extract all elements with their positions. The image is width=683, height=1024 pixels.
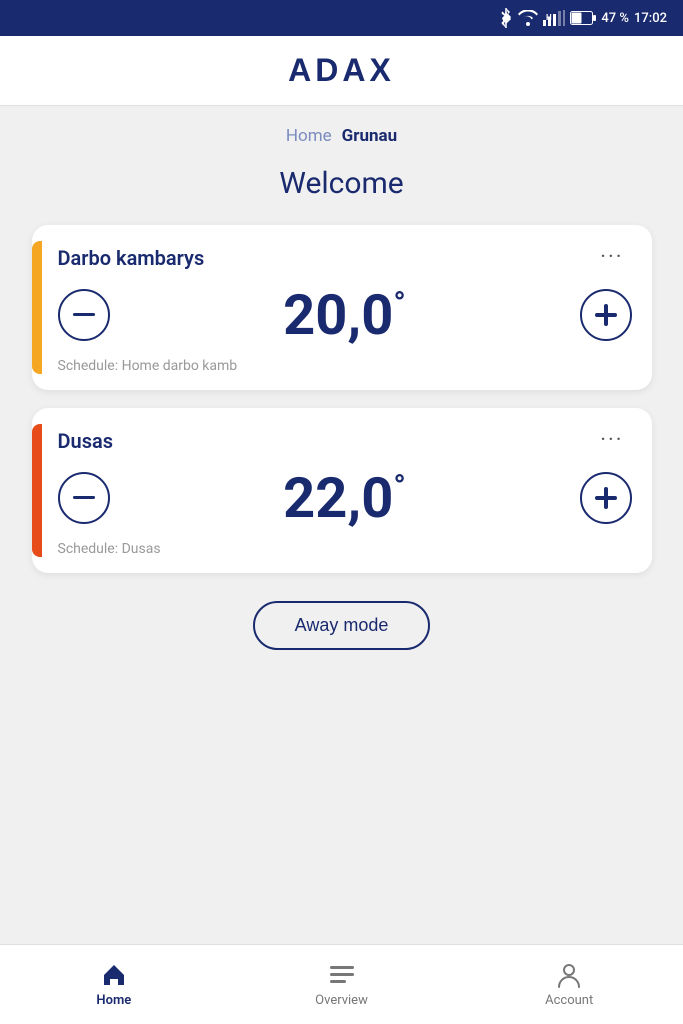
app-header: ADAX xyxy=(0,36,683,106)
nav-label-home: Home xyxy=(96,993,131,1008)
battery-percent: 47 % xyxy=(601,11,629,26)
welcome-heading: Welcome xyxy=(279,166,403,201)
device-card-1: Darbo kambarys ··· 20,0° Schedule: Home … xyxy=(32,225,652,390)
temperature-display-2: 22,0° xyxy=(110,465,580,531)
schedule-label-1: Schedule: Home darbo kamb xyxy=(58,358,632,374)
wifi-icon xyxy=(518,10,538,26)
bluetooth-icon xyxy=(499,8,513,28)
breadcrumb-home[interactable]: Home xyxy=(286,126,332,146)
breadcrumb-current[interactable]: Grunau xyxy=(342,126,397,146)
battery-icon xyxy=(570,11,596,25)
signal-icon: H xyxy=(543,10,565,26)
card-header-row-1: Darbo kambarys ··· xyxy=(58,241,632,274)
breadcrumb: Home Grunau xyxy=(286,126,397,146)
device-card-2: Dusas ··· 22,0° Schedule: Dusas xyxy=(32,408,652,573)
card-menu-button-1[interactable]: ··· xyxy=(592,241,631,274)
card-indicator-1 xyxy=(32,241,42,374)
card-controls-1: 20,0° xyxy=(58,282,632,348)
increase-temp-button-1[interactable] xyxy=(580,289,632,341)
svg-text:H: H xyxy=(546,13,552,22)
status-icons: H 47 % 17:02 xyxy=(499,8,667,28)
schedule-label-2: Schedule: Dusas xyxy=(58,541,632,557)
decrease-temp-button-2[interactable] xyxy=(58,472,110,524)
away-mode-button[interactable]: Away mode xyxy=(253,601,431,650)
time-display: 17:02 xyxy=(634,11,667,26)
card-title-2: Dusas xyxy=(58,429,114,453)
nav-item-overview[interactable]: Overview xyxy=(228,961,456,1008)
account-icon xyxy=(555,961,583,989)
temperature-display-1: 20,0° xyxy=(110,282,580,348)
bottom-navigation: Home Overview Account xyxy=(0,944,683,1024)
main-content: Home Grunau Welcome Darbo kambarys ··· 2… xyxy=(0,106,683,944)
increase-temp-button-2[interactable] xyxy=(580,472,632,524)
status-bar: H 47 % 17:02 xyxy=(0,0,683,36)
home-icon xyxy=(100,961,128,989)
card-menu-button-2[interactable]: ··· xyxy=(592,424,631,457)
card-header-row-2: Dusas ··· xyxy=(58,424,632,457)
card-indicator-2 xyxy=(32,424,42,557)
app-logo: ADAX xyxy=(288,52,395,89)
nav-item-account[interactable]: Account xyxy=(455,961,683,1008)
overview-icon xyxy=(328,961,356,989)
card-content-2: Dusas ··· 22,0° Schedule: Dusas xyxy=(58,424,632,557)
card-controls-2: 22,0° xyxy=(58,465,632,531)
card-content-1: Darbo kambarys ··· 20,0° Schedule: Home … xyxy=(58,241,632,374)
decrease-temp-button-1[interactable] xyxy=(58,289,110,341)
nav-label-account: Account xyxy=(545,993,593,1008)
nav-label-overview: Overview xyxy=(315,993,368,1008)
nav-item-home[interactable]: Home xyxy=(0,961,228,1008)
card-title-1: Darbo kambarys xyxy=(58,246,205,270)
